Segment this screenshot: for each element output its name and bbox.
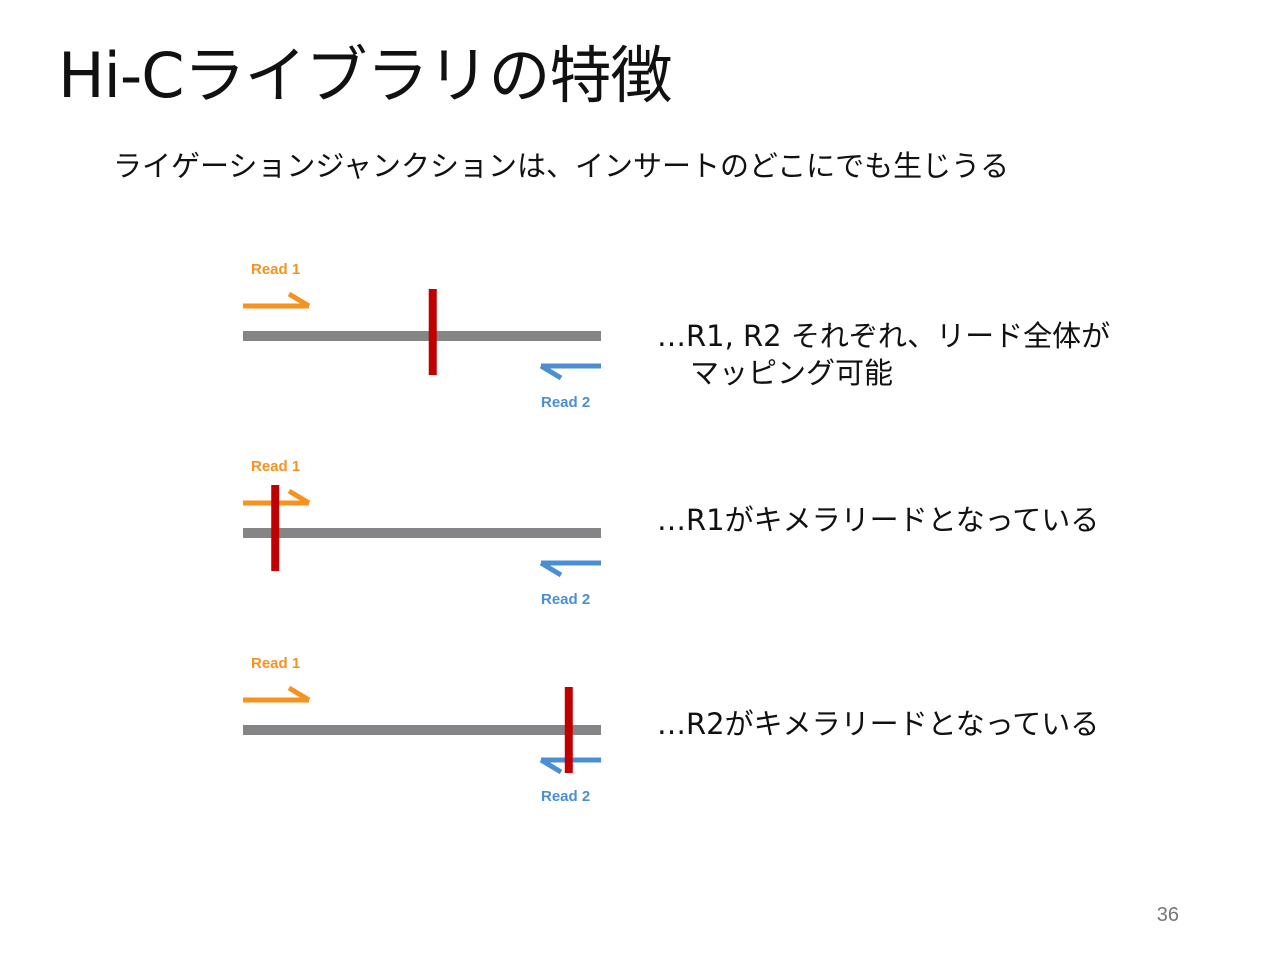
junction-diagram-1: Read 1 Read 2 [230,258,620,428]
diagram-2-description: …R1がキメラリードとなっている [657,502,1099,539]
read2-label: Read 2 [541,788,591,805]
page-number: 36 [1156,904,1179,926]
slide-subtitle: ライゲーションジャンクションは、インサートのどこにでも生じうる [113,149,1010,183]
junction-diagram-3: Read 1 Read 2 [230,652,620,822]
read2-label: Read 2 [541,591,591,608]
slide-title: Hi-Cライブラリの特徴 [58,39,673,112]
description-line: マッピング可能 [690,356,894,390]
ligation-junction-marker [271,485,280,571]
ligation-junction-marker [564,687,573,773]
description-line: …R2がキメラリードとなっている [657,707,1100,741]
junction-diagram-2: Read 1 Read 2 [230,455,620,625]
description-line: …R1, R2 それぞれ、リード全体が [657,319,1111,353]
description-line: …R1がキメラリードとなっている [657,503,1100,537]
read2-label: Read 2 [541,394,591,411]
ligation-junction-marker [428,289,437,375]
diagram-1-description: …R1, R2 それぞれ、リード全体が マッピング可能 [657,318,1110,392]
diagram-3-description: …R2がキメラリードとなっている [657,706,1099,743]
